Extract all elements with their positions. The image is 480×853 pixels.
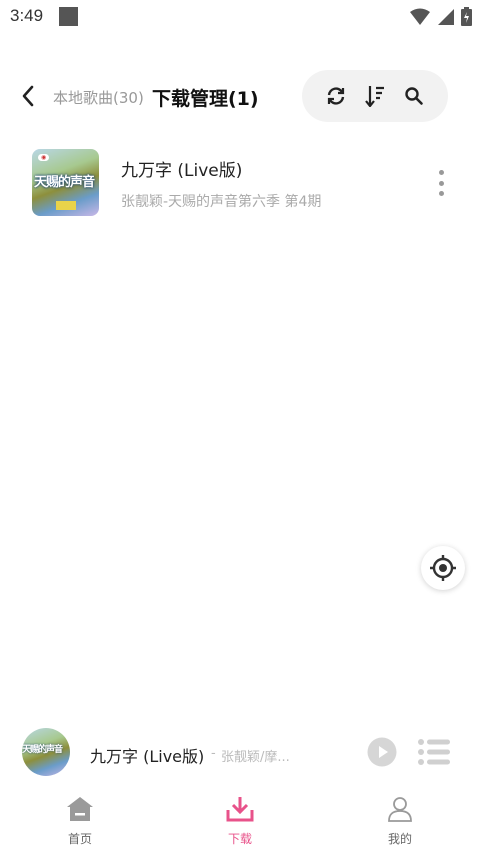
home-icon: [67, 797, 93, 821]
bottom-nav: 首页 下载 我的: [0, 787, 480, 853]
song-list-item[interactable]: ◉ 天赐的声音 九万字 (Live版) 张靓颖-天赐的声音第六季 第4期: [0, 140, 480, 226]
cover-badge: [56, 201, 76, 210]
sort-button[interactable]: [362, 83, 388, 109]
nav-home[interactable]: 首页: [0, 787, 160, 853]
tab-download-manager[interactable]: 下载管理(1): [152, 84, 259, 111]
refresh-button[interactable]: [323, 83, 349, 109]
nav-mine[interactable]: 我的: [320, 787, 480, 853]
album-cover: ◉ 天赐的声音: [32, 149, 99, 216]
player-cover-text: 天赐的声音: [22, 745, 63, 755]
notification-icon: [59, 7, 78, 26]
toolbar: [302, 70, 448, 122]
wifi-icon: [410, 8, 430, 25]
back-button[interactable]: [16, 84, 40, 108]
play-button[interactable]: [367, 737, 397, 767]
nav-label-home: 首页: [67, 832, 92, 846]
dot-icon: [438, 191, 444, 196]
player-cover: 天赐的声音: [22, 728, 70, 776]
chevron-left-icon: [22, 85, 34, 107]
play-icon: [367, 737, 397, 767]
locate-button[interactable]: [421, 546, 465, 590]
nav-label-mine: 我的: [387, 832, 412, 846]
download-icon: [226, 797, 254, 822]
cover-text: 天赐的声音: [34, 175, 95, 190]
target-icon: [430, 555, 456, 581]
signal-icon: [438, 8, 454, 25]
search-button[interactable]: [401, 83, 427, 109]
refresh-icon: [327, 87, 344, 105]
status-bar: 3:49: [0, 0, 480, 34]
dot-icon: [438, 170, 444, 175]
playlist-button[interactable]: [417, 738, 451, 766]
search-icon: [405, 87, 424, 105]
battery-icon: [461, 7, 472, 26]
tab-local-songs[interactable]: 本地歌曲(30): [53, 87, 144, 108]
player-separator: -: [211, 746, 216, 761]
player-title: 九万字 (Live版): [90, 747, 205, 766]
player-artist: 张靓颖/摩...: [221, 750, 290, 765]
status-icons: [409, 7, 472, 26]
mini-player[interactable]: 天赐的声音 九万字 (Live版) - 张靓颖/摩...: [0, 722, 480, 784]
playlist-icon: [418, 739, 450, 765]
header: 本地歌曲(30) 下载管理(1): [0, 70, 480, 124]
song-title: 九万字 (Live版): [121, 161, 243, 181]
song-subtitle: 张靓颖-天赐的声音第六季 第4期: [121, 194, 322, 210]
more-options-button[interactable]: [429, 166, 453, 200]
sort-icon: [365, 86, 384, 107]
dot-icon: [438, 180, 444, 186]
user-icon: [388, 797, 412, 822]
cover-logo: ◉: [38, 154, 50, 161]
nav-label-download: 下载: [227, 832, 252, 846]
status-time: 3:49: [10, 6, 44, 25]
nav-download[interactable]: 下载: [160, 787, 320, 853]
